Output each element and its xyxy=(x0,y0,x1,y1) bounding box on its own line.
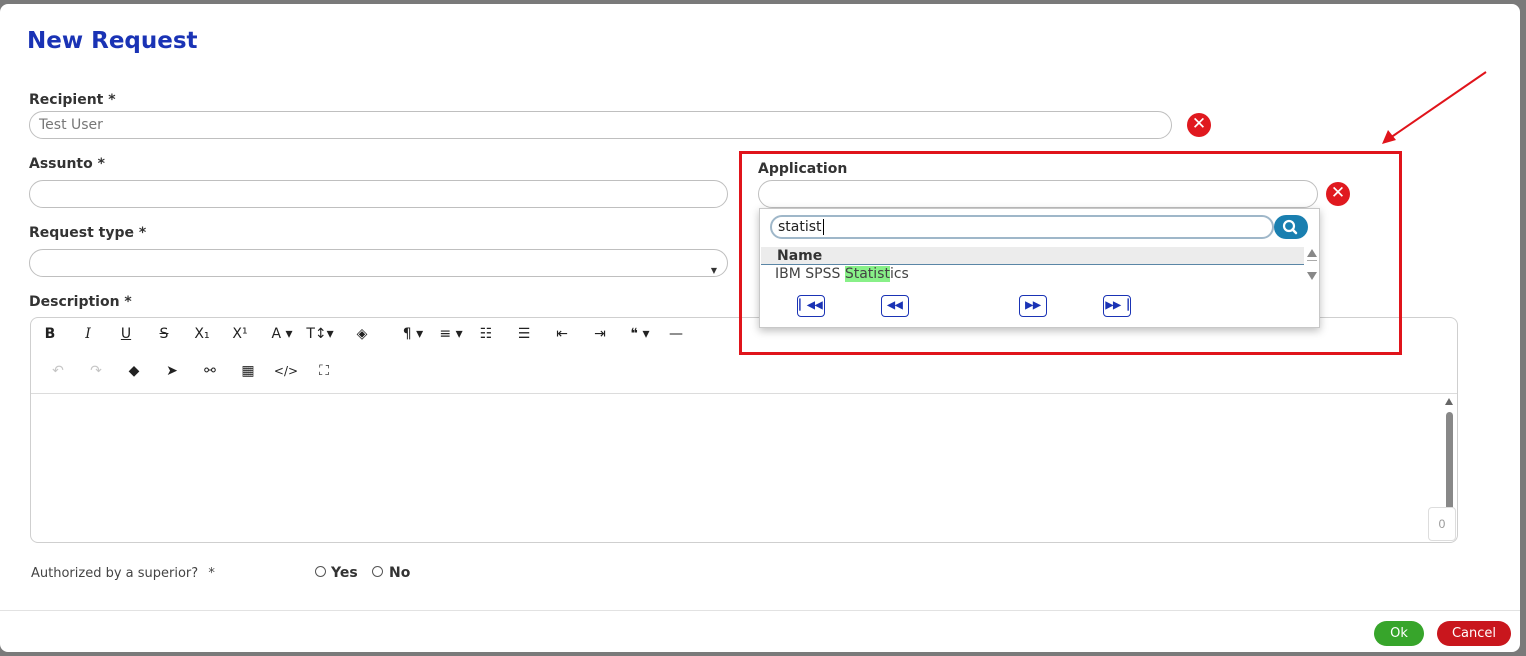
italic-button[interactable]: I xyxy=(73,321,103,347)
outdent-button[interactable]: ⇤ xyxy=(547,321,577,347)
recipient-clear-icon[interactable]: ✕ xyxy=(1187,113,1211,137)
dialog-title: New Request xyxy=(27,28,198,54)
select-cursor-icon[interactable]: ➤ xyxy=(157,358,187,384)
paragraph-dropdown[interactable]: ¶ ▾ xyxy=(397,321,429,347)
authorized-label: Authorized by a superior? * xyxy=(31,566,215,581)
paint-bucket-icon[interactable]: ◈ xyxy=(347,321,377,347)
unordered-list-button[interactable]: ☰ xyxy=(509,321,539,347)
horizontal-rule-button[interactable]: — xyxy=(661,321,691,347)
indent-button[interactable]: ⇥ xyxy=(585,321,615,347)
align-dropdown[interactable]: ≡ ▾ xyxy=(435,321,467,347)
superscript-button[interactable]: X¹ xyxy=(225,321,255,347)
radio-no-label[interactable]: No xyxy=(389,565,410,581)
recipient-label: Recipient * xyxy=(29,92,116,108)
ok-button[interactable]: Ok xyxy=(1374,621,1424,646)
authorized-label-text: Authorized by a superior? xyxy=(31,566,199,581)
annotation-highlight-box xyxy=(739,151,1402,355)
radio-no[interactable] xyxy=(372,566,383,577)
scroll-up-icon[interactable] xyxy=(1445,398,1453,405)
editor-content-area[interactable] xyxy=(31,394,1431,542)
recipient-input[interactable]: Test User xyxy=(29,111,1172,139)
quote-dropdown[interactable]: ❝ ▾ xyxy=(623,321,657,347)
redo-button[interactable]: ↷ xyxy=(81,358,111,384)
required-marker: * xyxy=(208,566,215,581)
request-type-label: Request type * xyxy=(29,225,147,241)
assunto-input[interactable] xyxy=(29,180,728,208)
radio-yes-label[interactable]: Yes xyxy=(331,565,358,581)
underline-button[interactable]: U xyxy=(111,321,141,347)
strikethrough-button[interactable]: S xyxy=(149,321,179,347)
ordered-list-button[interactable]: ☷ xyxy=(471,321,501,347)
font-size-dropdown[interactable]: T↕▾ xyxy=(303,321,337,347)
recipient-value: Test User xyxy=(39,117,103,133)
description-label: Description * xyxy=(29,294,132,310)
bold-button[interactable]: B xyxy=(35,321,65,347)
char-counter: 0 xyxy=(1428,507,1456,541)
assunto-label: Assunto * xyxy=(29,156,105,172)
link-icon[interactable]: ⚯ xyxy=(195,358,225,384)
chevron-down-icon: ▼ xyxy=(710,266,717,275)
undo-button[interactable]: ↶ xyxy=(43,358,73,384)
cancel-button[interactable]: Cancel xyxy=(1437,621,1511,646)
annotation-arrow-icon xyxy=(1382,71,1487,144)
request-type-select[interactable]: ▼ xyxy=(29,249,728,277)
radio-yes[interactable] xyxy=(315,566,326,577)
fullscreen-icon[interactable]: ⛶ xyxy=(309,358,339,384)
eraser-icon[interactable]: ◆ xyxy=(119,358,149,384)
code-view-icon[interactable]: </> xyxy=(271,358,301,384)
table-icon[interactable]: ▦ xyxy=(233,358,263,384)
subscript-button[interactable]: X₁ xyxy=(187,321,217,347)
font-color-dropdown[interactable]: A ▾ xyxy=(265,321,299,347)
new-request-dialog: New Request Recipient * Test User ✕ Assu… xyxy=(0,4,1520,652)
scroll-thumb[interactable] xyxy=(1446,412,1453,510)
editor-scrollbar[interactable] xyxy=(1443,398,1455,510)
footer-divider xyxy=(0,610,1520,611)
